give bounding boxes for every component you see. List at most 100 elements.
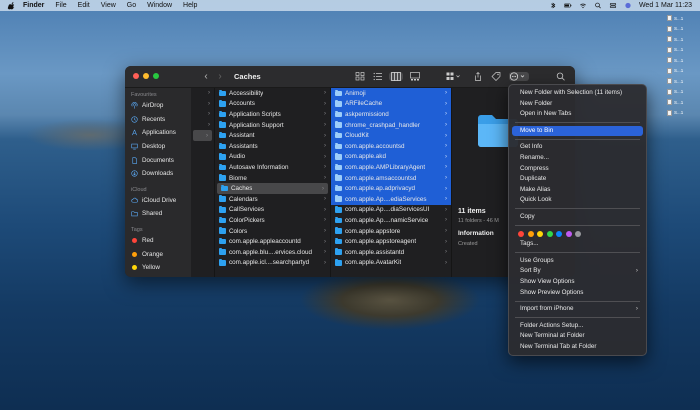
menu-item-open-in-new-tabs[interactable]: Open in New Tabs xyxy=(512,109,643,120)
sidebar-item-applications[interactable]: Applications xyxy=(125,126,191,140)
list-view-button[interactable] xyxy=(373,72,383,81)
sidebar-item-tag-orange[interactable]: Orange xyxy=(125,247,191,261)
list-item[interactable]: com.apple.AvatarKit › xyxy=(331,258,451,269)
menu-item-use-groups[interactable]: Use Groups xyxy=(512,256,643,267)
sidebar-item-desktop[interactable]: Desktop xyxy=(125,140,191,154)
yellow-tag-dot[interactable] xyxy=(537,230,543,237)
green-tag-dot[interactable] xyxy=(546,230,553,237)
menu-file[interactable]: File xyxy=(55,2,66,9)
menu-item-new-terminal-tab-at-folder[interactable]: New Terminal Tab at Folder xyxy=(512,342,643,353)
list-item[interactable]: › xyxy=(191,120,214,131)
menu-help[interactable]: Help xyxy=(183,2,197,9)
list-item-selected[interactable]: com.apple.ap.adprivacyd › xyxy=(331,183,451,194)
group-by-button[interactable] xyxy=(446,72,462,81)
list-item[interactable]: com.apple.appstoreagent › xyxy=(331,236,451,247)
list-item[interactable]: › xyxy=(191,88,214,99)
tag-button[interactable] xyxy=(491,72,501,81)
sidebar-item-airdrop[interactable]: AirDrop xyxy=(125,99,191,113)
desktop-file[interactable]: S...1 xyxy=(667,45,695,56)
list-item[interactable]: com.apple.icl....searchpartyd › xyxy=(215,258,330,269)
share-button[interactable] xyxy=(473,72,483,81)
list-item[interactable]: Biome › xyxy=(215,173,330,184)
desktop-file[interactable]: S...1 xyxy=(667,66,695,77)
sidebar-item-tag-red[interactable]: Red xyxy=(125,234,191,248)
list-item[interactable]: com.apple.Ap....diaServicesUI › xyxy=(331,205,451,216)
list-item[interactable]: com.apple.appstore › xyxy=(331,226,451,237)
back-button[interactable]: ‹ xyxy=(200,71,212,83)
gallery-view-button[interactable] xyxy=(410,72,420,81)
menu-item-show-preview-options[interactable]: Show Preview Options xyxy=(512,288,643,299)
menu-item-new-terminal-at-folder[interactable]: New Terminal at Folder xyxy=(512,331,643,342)
list-item[interactable]: Application Scripts › xyxy=(215,109,330,120)
list-item-selected[interactable]: askpermissiond › xyxy=(331,109,451,120)
menu-item-show-view-options[interactable]: Show View Options xyxy=(512,277,643,288)
action-menu-button[interactable] xyxy=(509,72,529,81)
menu-item-move-to-bin[interactable]: Move to Bin xyxy=(512,125,643,137)
column-parent[interactable]: › › › › › xyxy=(191,88,215,277)
menu-item-copy[interactable]: Copy xyxy=(512,212,643,223)
menu-finder[interactable]: Finder xyxy=(23,2,44,9)
column-library[interactable]: Accessibility › Accounts › Application Scr… xyxy=(215,88,331,277)
menu-item-import-from-iphone[interactable]: Import from iPhone › xyxy=(512,304,643,315)
column-caches[interactable]: Animoji › ARFileCache › askpermissiond › ch… xyxy=(331,88,452,277)
minimize-button[interactable] xyxy=(143,73,149,79)
list-item[interactable]: ColorPickers › xyxy=(215,215,330,226)
desktop-file[interactable]: S...1 xyxy=(667,76,695,87)
list-item-selected[interactable]: com.apple.accountsd › xyxy=(331,140,451,152)
desktop-file[interactable]: S...1 xyxy=(667,108,695,119)
menu-item-tags[interactable]: Tags... xyxy=(512,239,643,250)
wifi-icon[interactable] xyxy=(579,2,587,9)
menu-item-compress[interactable]: Compress xyxy=(512,164,643,175)
list-item-selected[interactable]: com.apple.amsaccountsd › xyxy=(331,172,451,184)
grey-tag-dot[interactable] xyxy=(575,230,581,237)
desktop-file[interactable]: S...1 xyxy=(667,34,695,45)
sidebar-item-documents[interactable]: Documents xyxy=(125,153,191,167)
menu-item-quick-look[interactable]: Quick Look xyxy=(512,195,643,206)
list-item-selected[interactable]: com.apple.AMPLibraryAgent › xyxy=(331,162,451,173)
list-item[interactable]: Calendars › xyxy=(215,194,330,205)
list-item[interactable]: Accounts › xyxy=(215,99,330,110)
desktop-file[interactable]: S...1 xyxy=(667,97,695,108)
list-item-selected[interactable]: com.apple.Ap....ediaServices › xyxy=(331,193,451,205)
close-button[interactable] xyxy=(133,73,139,79)
menu-item-sort-by[interactable]: Sort By › xyxy=(512,266,643,277)
menu-item-make-alias[interactable]: Make Alias xyxy=(512,185,643,196)
battery-icon[interactable] xyxy=(564,2,572,9)
list-item-selected[interactable]: chrome_crashpad_handler › xyxy=(331,119,451,131)
blue-tag-dot[interactable] xyxy=(556,230,562,237)
list-item-selected[interactable]: › xyxy=(193,130,212,141)
sidebar-item-recents[interactable]: Recents xyxy=(125,113,191,127)
list-item[interactable]: Assistant › xyxy=(215,130,330,141)
list-item[interactable]: com.apple.assistantd › xyxy=(331,247,451,258)
sidebar-item-shared[interactable]: Shared xyxy=(125,207,191,221)
menu-item-folder-actions-setup[interactable]: Folder Actions Setup... xyxy=(512,321,643,332)
list-item[interactable]: › xyxy=(191,109,214,120)
apple-logo-icon[interactable] xyxy=(7,1,15,10)
list-item[interactable]: › xyxy=(191,99,214,110)
menu-item-new-folder-with-selection[interactable]: New Folder with Selection (11 items) xyxy=(512,88,643,99)
list-item[interactable]: com.apple.blu....ervices.cloud › xyxy=(215,247,330,258)
list-item[interactable]: Assistants › xyxy=(215,141,330,152)
desktop-file[interactable]: S...1 xyxy=(667,87,695,98)
sidebar-item-tag-yellow[interactable]: Yellow xyxy=(125,261,191,275)
menu-window[interactable]: Window xyxy=(147,2,172,9)
list-item[interactable]: Audio › xyxy=(215,152,330,163)
menu-item-rename[interactable]: Rename... xyxy=(512,153,643,164)
menubar-clock[interactable]: Wed 1 Mar 11:23 xyxy=(639,2,692,9)
menu-view[interactable]: View xyxy=(101,2,116,9)
menu-go[interactable]: Go xyxy=(127,2,136,9)
list-item[interactable]: com.apple.appleaccountd › xyxy=(215,236,330,247)
list-item[interactable]: Application Support › xyxy=(215,120,330,131)
menu-edit[interactable]: Edit xyxy=(78,2,90,9)
icon-view-button[interactable] xyxy=(355,72,365,81)
desktop-file[interactable]: S...1 xyxy=(667,55,695,66)
purple-tag-dot[interactable] xyxy=(565,230,572,237)
finder-search-button[interactable] xyxy=(556,72,566,81)
bluetooth-icon[interactable] xyxy=(549,2,557,9)
sidebar-item-downloads[interactable]: Downloads xyxy=(125,167,191,181)
forward-button[interactable]: › xyxy=(214,71,226,83)
column-view-button[interactable] xyxy=(389,72,403,81)
desktop-file[interactable]: S...1 xyxy=(667,24,695,35)
sidebar-item-icloud-drive[interactable]: iCloud Drive xyxy=(125,194,191,208)
desktop-file[interactable]: S...1 xyxy=(667,13,695,24)
